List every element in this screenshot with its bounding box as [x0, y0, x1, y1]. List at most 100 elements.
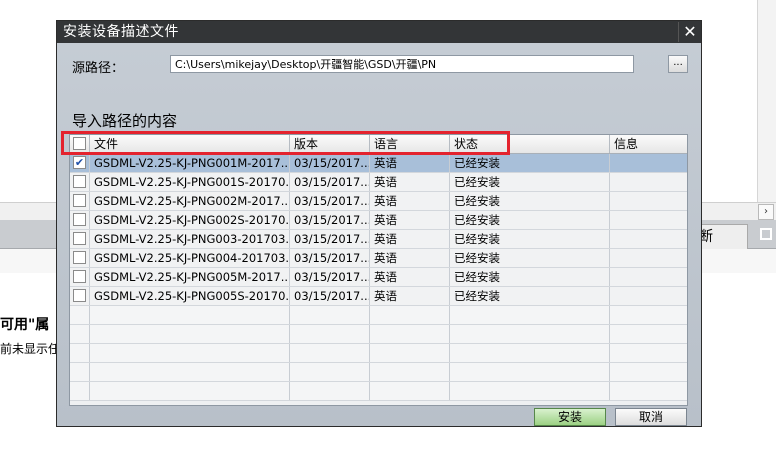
cell-info: [610, 249, 687, 267]
cell-version: 03/15/2017...: [290, 173, 370, 191]
row-checkbox-cell: [70, 306, 90, 324]
cell-status: [450, 363, 610, 381]
source-path-label: 源路径：: [72, 61, 125, 76]
row-checkbox-cell: [70, 173, 90, 191]
row-checkbox-cell: [70, 287, 90, 305]
row-checkbox-cell: [70, 325, 90, 343]
cell-status: 已经安装: [450, 230, 610, 248]
table-row[interactable]: GSDML-V2.25-KJ-PNG001S-20170... 03/15/201…: [70, 173, 687, 192]
row-checkbox-cell: [70, 211, 90, 229]
table-row[interactable]: GSDML-V2.25-KJ-PNG004-201703... 03/15/201…: [70, 249, 687, 268]
cell-status: 已经安装: [450, 268, 610, 286]
row-checkbox[interactable]: ✔: [73, 156, 86, 169]
cell-status: [450, 382, 610, 400]
cell-language: 英语: [370, 249, 450, 267]
install-button[interactable]: 安装: [534, 408, 606, 426]
cell-language: 英语: [370, 287, 450, 305]
cell-language: [370, 344, 450, 362]
cell-version: [290, 325, 370, 343]
cell-info: [610, 306, 687, 324]
cell-status: [450, 344, 610, 362]
empty-table-row: [70, 382, 687, 401]
cell-language: 英语: [370, 211, 450, 229]
cell-file: GSDML-V2.25-KJ-PNG004-201703...: [90, 249, 290, 267]
cell-status: [450, 325, 610, 343]
highlight-annotation: [61, 131, 510, 155]
cell-info: [610, 173, 687, 191]
tab-diagnostics[interactable]: 断: [696, 224, 748, 249]
table-row[interactable]: ✔ GSDML-V2.25-KJ-PNG001M-2017... 03/15/201…: [70, 154, 687, 173]
cell-info: [610, 211, 687, 229]
cell-language: 英语: [370, 268, 450, 286]
row-checkbox-cell: [70, 344, 90, 362]
cell-file: [90, 363, 290, 381]
cell-language: [370, 325, 450, 343]
cell-version: 03/15/2017...: [290, 249, 370, 267]
scroll-right-arrow-icon[interactable]: ›: [758, 204, 774, 220]
cell-version: [290, 382, 370, 400]
cell-version: 03/15/2017...: [290, 230, 370, 248]
cell-version: 03/15/2017...: [290, 287, 370, 305]
cell-language: 英语: [370, 154, 450, 172]
cell-language: [370, 363, 450, 381]
cell-status: 已经安装: [450, 173, 610, 191]
cell-version: [290, 344, 370, 362]
row-checkbox-cell: [70, 192, 90, 210]
cell-info: [610, 363, 687, 381]
cell-language: 英语: [370, 192, 450, 210]
column-header-info[interactable]: 信息: [610, 135, 687, 153]
cell-file: [90, 382, 290, 400]
row-checkbox-cell: [70, 249, 90, 267]
background-vertical-scrollbar[interactable]: [757, 0, 776, 202]
dialog-body: 源路径： C:\Users\mikejay\Desktop\开疆智能\GSD\开…: [57, 43, 701, 426]
dialog-titlebar[interactable]: 安装设备描述文件 ✕: [57, 21, 701, 43]
cell-file: GSDML-V2.25-KJ-PNG002S-20170...: [90, 211, 290, 229]
table-row[interactable]: GSDML-V2.25-KJ-PNG003-201703... 03/15/201…: [70, 230, 687, 249]
row-checkbox[interactable]: [73, 270, 86, 283]
cell-language: [370, 382, 450, 400]
cell-info: [610, 230, 687, 248]
cell-version: 03/15/2017...: [290, 154, 370, 172]
cell-language: 英语: [370, 230, 450, 248]
background-info-text: 前未显示任: [0, 342, 61, 356]
cell-info: [610, 192, 687, 210]
row-checkbox-cell: [70, 382, 90, 400]
table-row[interactable]: GSDML-V2.25-KJ-PNG005S-20170... 03/15/201…: [70, 287, 687, 306]
row-checkbox-cell: [70, 363, 90, 381]
empty-table-row: [70, 325, 687, 344]
row-checkbox[interactable]: [73, 251, 86, 264]
cell-file: GSDML-V2.25-KJ-PNG001S-20170...: [90, 173, 290, 191]
cell-file: GSDML-V2.25-KJ-PNG005S-20170...: [90, 287, 290, 305]
table-row[interactable]: GSDML-V2.25-KJ-PNG002S-20170... 03/15/201…: [70, 211, 687, 230]
tab-diagnostics-label: 断: [699, 229, 713, 245]
cell-file: [90, 344, 290, 362]
cell-info: [610, 154, 687, 172]
row-checkbox[interactable]: [73, 232, 86, 245]
table-row[interactable]: GSDML-V2.25-KJ-PNG005M-2017... 03/15/2017…: [70, 268, 687, 287]
browse-button[interactable]: ...: [668, 55, 688, 73]
cell-status: 已经安装: [450, 154, 610, 172]
cancel-button[interactable]: 取消: [615, 408, 687, 426]
row-checkbox[interactable]: [73, 175, 86, 188]
cell-info: [610, 344, 687, 362]
gsd-file-table: 文件 版本 语言 状态 信息 ✔ GSDML-V2.25-KJ-PNG001M-2…: [69, 134, 688, 406]
row-checkbox-cell: [70, 268, 90, 286]
cell-info: [610, 287, 687, 305]
cell-file: [90, 306, 290, 324]
source-path-field[interactable]: C:\Users\mikejay\Desktop\开疆智能\GSD\开疆\PN: [170, 55, 634, 73]
row-checkbox[interactable]: [73, 213, 86, 226]
empty-table-row: [70, 344, 687, 363]
install-gsd-dialog: 安装设备描述文件 ✕ 源路径： C:\Users\mikejay\Desktop…: [57, 21, 701, 426]
cell-file: GSDML-V2.25-KJ-PNG005M-2017...: [90, 268, 290, 286]
row-checkbox[interactable]: [73, 194, 86, 207]
cell-info: [610, 382, 687, 400]
dialog-title: 安装设备描述文件: [63, 24, 179, 40]
window-restore-icon[interactable]: [760, 228, 772, 240]
cell-language: [370, 306, 450, 324]
close-icon[interactable]: ✕: [678, 22, 701, 42]
row-checkbox-cell: ✔: [70, 154, 90, 172]
table-row[interactable]: GSDML-V2.25-KJ-PNG002M-2017... 03/15/2017…: [70, 192, 687, 211]
cell-file: [90, 325, 290, 343]
row-checkbox[interactable]: [73, 289, 86, 302]
cell-status: 已经安装: [450, 211, 610, 229]
